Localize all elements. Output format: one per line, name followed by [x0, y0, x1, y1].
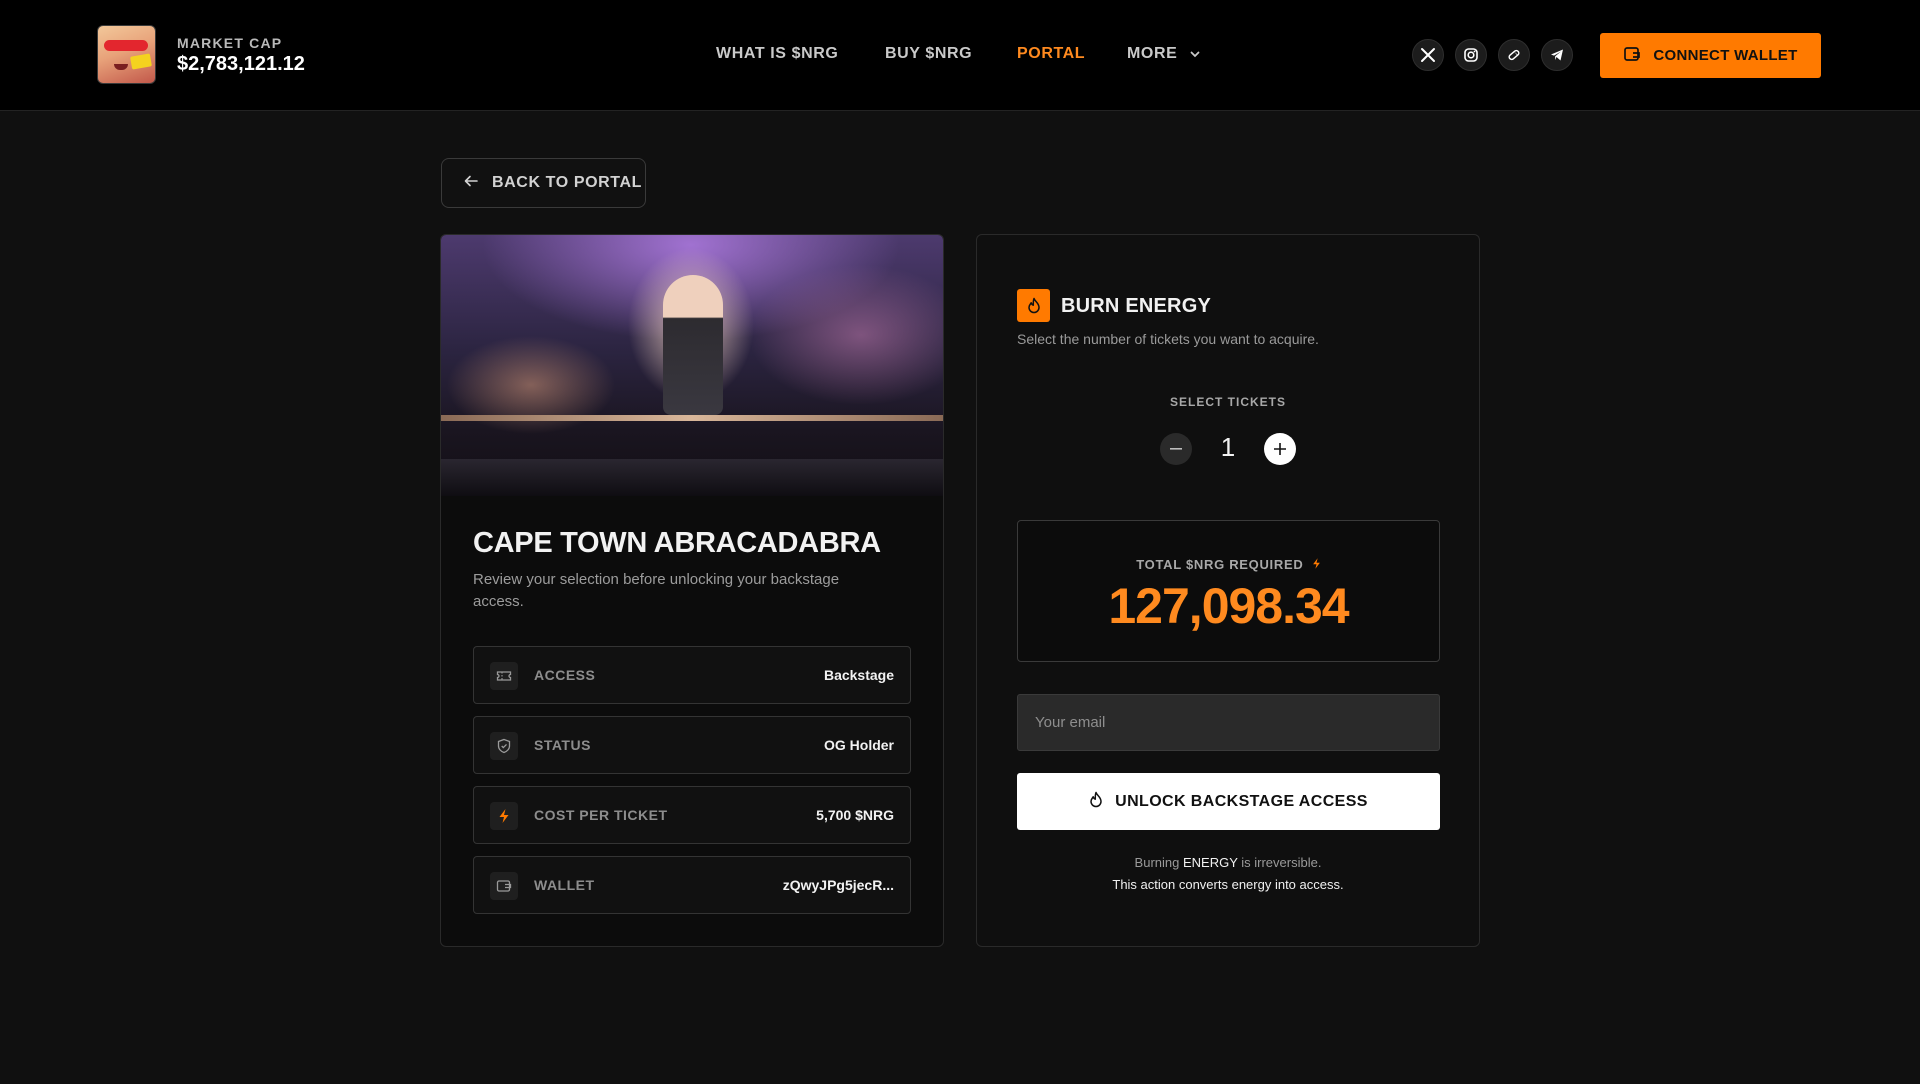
nav-more[interactable]: MORE: [1127, 45, 1200, 63]
logo-mouth: [114, 64, 128, 70]
nav-more-label: MORE: [1127, 45, 1178, 63]
burn-title: BURN ENERGY: [1061, 295, 1211, 317]
back-to-portal-button[interactable]: BACK TO PORTAL: [441, 158, 646, 208]
connect-wallet-button[interactable]: CONNECT WALLET: [1600, 33, 1821, 78]
arrow-left-icon: [464, 174, 478, 192]
email-field[interactable]: [1017, 694, 1440, 751]
back-to-portal-label: BACK TO PORTAL: [492, 174, 643, 191]
telegram-icon[interactable]: [1541, 39, 1573, 71]
total-required-label-text: TOTAL $NRG REQUIRED: [1136, 557, 1304, 572]
shield-icon: [490, 732, 518, 760]
burn-energy-card: BURN ENERGY Select the number of tickets…: [976, 234, 1480, 947]
info-row-cost: COST PER TICKET 5,700 $NRG: [473, 786, 911, 844]
event-image-rail: [441, 415, 943, 421]
x-icon[interactable]: [1412, 39, 1444, 71]
unlock-backstage-button[interactable]: UNLOCK BACKSTAGE ACCESS: [1017, 773, 1440, 830]
instagram-icon[interactable]: [1455, 39, 1487, 71]
event-summary-card: CAPE TOWN ABRACADABRA Review your select…: [440, 234, 944, 947]
brand-logo[interactable]: [97, 25, 156, 84]
info-value-access: Backstage: [823, 667, 894, 683]
burn-subtitle: Select the number of tickets you want to…: [1017, 331, 1319, 347]
total-required-box: TOTAL $NRG REQUIRED 127,098.34: [1017, 520, 1440, 662]
ticket-icon: [490, 662, 518, 690]
info-label-access: ACCESS: [534, 667, 596, 683]
info-label-wallet: WALLET: [534, 877, 595, 893]
nav-portal[interactable]: PORTAL: [1017, 45, 1085, 63]
logo-sticker: [130, 53, 152, 70]
nav-buy-nrg[interactable]: BUY $NRG: [885, 45, 972, 63]
total-required-value: 127,098.34: [1108, 578, 1349, 634]
disclaimer-line-1: Burning ENERGY is irreversible.: [977, 855, 1479, 870]
connect-wallet-label: CONNECT WALLET: [1653, 47, 1798, 64]
flame-badge-icon: [1017, 289, 1050, 322]
market-cap-label: MARKET CAP: [177, 35, 283, 51]
disclaimer-suffix: is irreversible.: [1237, 855, 1322, 870]
info-value-status: OG Holder: [823, 737, 894, 753]
wallet-icon: [490, 872, 518, 900]
bolt-icon: [1312, 558, 1321, 573]
info-label-cost: COST PER TICKET: [534, 807, 668, 823]
market-cap-value: $2,783,121.12: [177, 53, 305, 75]
flame-icon: [1089, 791, 1103, 813]
bolt-icon: [490, 802, 518, 830]
increment-tickets-button[interactable]: [1264, 433, 1296, 465]
decrement-tickets-button[interactable]: [1160, 433, 1192, 465]
event-image-deck: [441, 459, 943, 496]
event-image: [441, 235, 943, 496]
ticket-count: 1: [1220, 432, 1236, 462]
select-tickets-label: SELECT TICKETS: [1169, 395, 1286, 409]
info-row-wallet: WALLET zQwyJPg5jecR...: [473, 856, 911, 914]
top-header: MARKET CAP $2,783,121.12 WHAT IS $NRG BU…: [0, 0, 1920, 111]
total-required-label: TOTAL $NRG REQUIRED: [1018, 557, 1439, 573]
disclaimer-line-2: This action converts energy into access.: [1112, 877, 1344, 892]
disclaimer-prefix: Burning: [1134, 855, 1183, 870]
event-description: Review your selection before unlocking y…: [473, 571, 840, 610]
disclaimer-highlight: ENERGY: [1182, 855, 1238, 870]
info-value-cost: 5,700 $NRG: [816, 807, 894, 823]
info-row-status: STATUS OG Holder: [473, 716, 911, 774]
nav-what-is-nrg[interactable]: WHAT IS $NRG: [716, 45, 838, 63]
unlock-backstage-label: UNLOCK BACKSTAGE ACCESS: [1115, 792, 1368, 810]
event-title: CAPE TOWN ABRACADABRA: [473, 527, 881, 559]
pill-icon[interactable]: [1498, 39, 1530, 71]
chevron-down-icon: [1190, 45, 1200, 63]
info-value-wallet: zQwyJPg5jecR...: [782, 877, 894, 893]
event-image-dj: [663, 275, 723, 415]
logo-glasses: [104, 40, 148, 51]
wallet-icon: [1623, 46, 1641, 66]
info-row-access: ACCESS Backstage: [473, 646, 911, 704]
info-label-status: STATUS: [534, 737, 591, 753]
